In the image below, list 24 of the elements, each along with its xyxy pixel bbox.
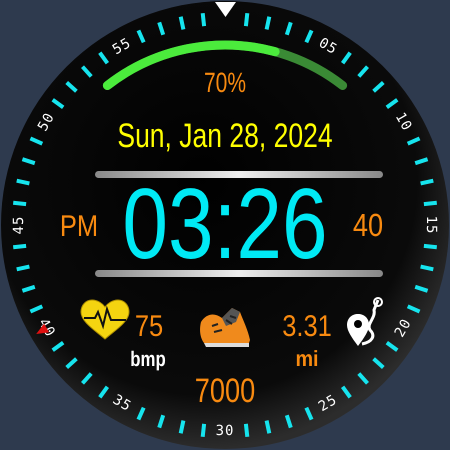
distance-unit: mi	[295, 347, 319, 372]
heart-rate-value: 75	[134, 309, 164, 342]
bezel-numeral: 55	[110, 34, 134, 58]
seconds-text: 40	[352, 208, 384, 244]
bezel-numeral: 05	[316, 34, 340, 58]
heart-rate-unit: bmp	[130, 348, 166, 372]
date-text: Sun, Jan 28, 2024	[117, 116, 333, 155]
time-text: 03:26	[122, 186, 328, 262]
bezel-numeral: 35	[110, 392, 134, 416]
bezel-numeral: 10	[392, 110, 416, 134]
heart-rate-icon	[80, 300, 130, 340]
bezel-numeral: 25	[316, 392, 340, 416]
running-shoe-icon	[200, 308, 250, 347]
bezel-numeral: 15	[423, 216, 439, 234]
bezel-numeral: 45	[11, 216, 27, 234]
route-pin-icon	[347, 297, 383, 346]
top-marker-icon	[215, 2, 236, 17]
bezel-numeral: 20	[392, 316, 416, 340]
bezel-numeral: 50	[34, 110, 58, 134]
distance-value: 3.31	[282, 309, 332, 342]
meridiem-text: PM	[60, 209, 98, 242]
bezel-numeral: 30	[216, 423, 234, 439]
steps-value: 7000	[194, 371, 256, 410]
battery-percent: 70%	[204, 68, 246, 99]
